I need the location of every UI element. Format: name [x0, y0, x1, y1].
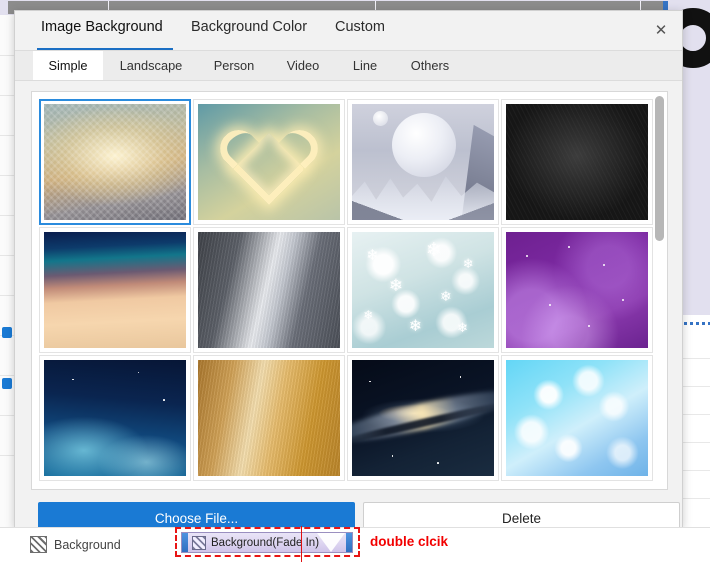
thumbnail-blue-nebula-clouds[interactable]: [39, 355, 191, 481]
fade-in-marker-icon[interactable]: [317, 533, 345, 552]
grid-scrollbar-thumb[interactable]: [655, 96, 664, 241]
tab-background-color[interactable]: Background Color: [191, 19, 313, 35]
thumbnail-snowflakes-winter[interactable]: ❄ ❄ ❄ ❄ ❄ ❄ ❄ ❄: [347, 227, 499, 353]
thumbnail-image: [198, 232, 340, 348]
thumbnail-dark-grunge-texture[interactable]: [501, 99, 653, 225]
background-thumbnail-grid-panel: ❄ ❄ ❄ ❄ ❄ ❄ ❄ ❄: [31, 91, 668, 490]
background-track-icon: [30, 536, 47, 553]
timeline-clip-background-fade-in[interactable]: Background(Fade In): [181, 532, 353, 553]
track-label-text: Background: [54, 537, 121, 552]
thumbnail-image: [44, 104, 186, 220]
thumbnail-image: [198, 360, 340, 476]
thumbnail-image: ❄ ❄ ❄ ❄ ❄ ❄ ❄ ❄: [352, 232, 494, 348]
thumbnail-image: [352, 360, 494, 476]
thumbnail-glowing-heart[interactable]: [193, 99, 345, 225]
thumbnail-image: [506, 360, 648, 476]
subtab-video[interactable]: Video: [271, 51, 335, 80]
thumbnail-pastel-mosaic-gradient[interactable]: [39, 99, 191, 225]
dialog-tab-bar: Image Background Background Color Custom…: [15, 11, 682, 51]
thumbnail-sunset-beach-gradient[interactable]: [39, 227, 191, 353]
thumbnail-image: [198, 104, 340, 220]
subtab-simple[interactable]: Simple: [33, 51, 103, 80]
heart-icon: [232, 132, 306, 206]
clip-trim-handle-right[interactable]: [346, 533, 352, 552]
subtab-person[interactable]: Person: [199, 51, 269, 80]
subtab-line[interactable]: Line: [337, 51, 393, 80]
tab-image-background[interactable]: Image Background: [41, 19, 169, 35]
thumbnail-purple-starfield[interactable]: [501, 227, 653, 353]
track-chip[interactable]: [2, 378, 12, 389]
thumbnail-blue-bokeh-lights[interactable]: [501, 355, 653, 481]
thumbnail-spiral-galaxy[interactable]: [347, 355, 499, 481]
background-thumbnail-grid: ❄ ❄ ❄ ❄ ❄ ❄ ❄ ❄: [39, 99, 655, 481]
thumbnail-brushed-gold[interactable]: [193, 355, 345, 481]
clip-trim-handle-left[interactable]: [182, 533, 188, 552]
clip-background-icon: [192, 535, 206, 550]
thumbnail-brushed-steel[interactable]: [193, 227, 345, 353]
tab-custom[interactable]: Custom: [335, 19, 390, 35]
thumbnail-image: [44, 232, 186, 348]
thumbnail-image: [506, 232, 648, 348]
thumbnail-image: [352, 104, 494, 220]
timeline-playhead[interactable]: [301, 526, 302, 562]
dialog-sub-tab-bar: Simple Landscape Person Video Line Other…: [15, 51, 682, 81]
subtab-others[interactable]: Others: [395, 51, 465, 80]
thumbnail-image: [506, 104, 648, 220]
image-background-dialog: Image Background Background Color Custom…: [14, 10, 683, 534]
clip-label: Background(Fade In): [211, 536, 320, 549]
subtab-landscape[interactable]: Landscape: [105, 51, 197, 80]
thumbnail-image: [44, 360, 186, 476]
close-icon[interactable]: ✕: [650, 19, 672, 41]
track-header: Background: [30, 536, 121, 553]
background-left-rail: [0, 15, 15, 528]
track-chip[interactable]: [2, 327, 12, 338]
thumbnail-icy-planet-landscape[interactable]: [347, 99, 499, 225]
annotation-double-click: double clcik: [370, 534, 449, 549]
